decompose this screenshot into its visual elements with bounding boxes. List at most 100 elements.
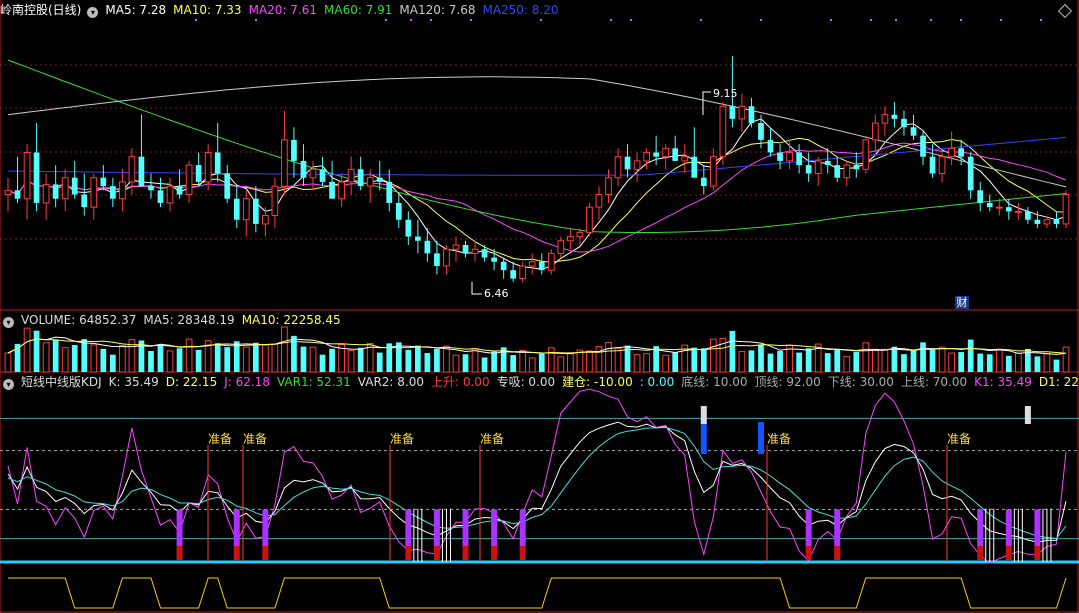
prepare-signal-label: 准备 xyxy=(947,432,971,446)
candle-body-down xyxy=(224,173,231,199)
volume-bar-up xyxy=(242,346,250,373)
volume-bar-down xyxy=(434,348,440,372)
volume-bar-down xyxy=(672,352,679,372)
candle-body-down xyxy=(729,106,736,119)
candle-body-up xyxy=(338,181,345,200)
ma-label-3: MA60: 7.91 xyxy=(324,3,393,17)
volume-bar-up xyxy=(948,352,955,373)
kdj-top-bar xyxy=(700,422,707,454)
volume-bar-down xyxy=(414,345,421,372)
volume-bar-up xyxy=(23,327,31,373)
kdj-buy-bar xyxy=(262,509,269,546)
candle-body-down xyxy=(977,190,984,203)
candle-body-down xyxy=(824,160,831,166)
volume-toggle-icon[interactable]: ▾ xyxy=(3,317,14,328)
volume-bar-up xyxy=(1014,352,1022,373)
volume-bar-down xyxy=(224,347,231,372)
candle-body-down xyxy=(434,253,440,266)
volume-bar-down xyxy=(748,350,755,372)
volume-bar-up xyxy=(938,346,946,373)
volume-bar-down xyxy=(1053,359,1060,372)
volume-bar-down xyxy=(405,349,412,372)
candle-body-up xyxy=(595,194,603,208)
candle-body-down xyxy=(510,270,517,279)
volume-bar-down xyxy=(491,351,497,372)
volume-bar-down xyxy=(891,346,898,372)
cai-badge[interactable]: 财 xyxy=(955,296,969,309)
candle-body-up xyxy=(271,185,279,217)
volume-bar-down xyxy=(1034,356,1041,372)
candle-body-down xyxy=(891,114,898,119)
indicator-label-1: K: 35.49 xyxy=(108,375,159,389)
candle-body-down xyxy=(424,240,431,254)
volume-bar-up xyxy=(519,350,527,373)
kdj-top-bar xyxy=(757,422,764,454)
candle-body-up xyxy=(309,168,317,179)
chart-annotations xyxy=(471,91,711,295)
candle-body-down xyxy=(805,165,812,174)
volume-bar-down xyxy=(100,348,107,372)
kdj-buy-bar xyxy=(176,509,183,546)
volume-bar-down xyxy=(824,353,831,372)
signal-dot xyxy=(385,19,387,21)
candle-body-down xyxy=(1025,211,1031,220)
candle-body-up xyxy=(261,215,269,225)
candle-body-up xyxy=(786,151,793,162)
indicator-label-5: VAR2: 8.00 xyxy=(357,375,424,389)
volume-bar-down xyxy=(481,357,488,372)
stock-title[interactable]: 岭南控股(日线) xyxy=(0,3,81,17)
kdj-buy-bar xyxy=(462,509,469,546)
ma-label-0: MA5: 7.28 xyxy=(105,3,167,17)
kdj-red-bar xyxy=(176,546,183,560)
candle-body-up xyxy=(366,177,374,187)
prepare-signal-label: 准备 xyxy=(767,432,791,446)
candle-body-down xyxy=(777,152,783,161)
indicator-label-14: K1: 35.49 xyxy=(974,375,1032,389)
volume-bar-down xyxy=(424,353,431,372)
volume-bar-up xyxy=(843,355,851,373)
volume-bar-down xyxy=(52,340,59,372)
signal-dot xyxy=(760,19,762,21)
volume-bar-down xyxy=(157,345,164,372)
volume-bar-up xyxy=(185,338,193,373)
candle-body-up xyxy=(681,156,689,162)
kdj-buy-bar xyxy=(805,509,812,546)
signal-dot xyxy=(895,19,897,21)
candle-body-up xyxy=(814,160,822,175)
volume-bar-down xyxy=(777,351,783,372)
candle-body-up xyxy=(605,177,612,196)
kdj-red-bar xyxy=(462,546,469,560)
candle-body-down xyxy=(500,261,507,271)
ma120-line xyxy=(7,76,1067,188)
kdj-buy-bar xyxy=(519,509,526,546)
volume-bar-down xyxy=(729,330,736,372)
volume-bar-down xyxy=(796,352,802,372)
candle-body-down xyxy=(405,219,412,237)
high-price-label: 9.15 xyxy=(713,87,738,100)
indicator-toggle-icon[interactable]: ▾ xyxy=(3,379,14,390)
volume-bar-down xyxy=(462,354,469,372)
volume-bar-up xyxy=(614,347,622,373)
candle-body-down xyxy=(910,127,917,136)
kdj-buy-bar xyxy=(1034,509,1041,546)
volume-bar-up xyxy=(567,352,574,373)
stock-chart-canvas[interactable]: 准备 准备 准备 准备 准备 准备 9.15 6.46 xyxy=(0,0,1079,613)
volume-bar-down xyxy=(700,348,707,372)
volume-bar-up xyxy=(119,345,126,373)
volume-bar-down xyxy=(1005,355,1012,372)
volume-series xyxy=(4,326,1070,373)
candle-body-up xyxy=(281,139,288,187)
candle-body-up xyxy=(948,147,955,158)
volume-bar-up xyxy=(90,344,98,373)
chevron-circle-icon[interactable]: ▾ xyxy=(87,7,99,18)
candle-body-up xyxy=(576,231,584,238)
signal-dot xyxy=(195,19,197,21)
volume-bar-up xyxy=(166,350,174,373)
volume-bar-down xyxy=(758,344,764,372)
kdj-red-bar xyxy=(805,546,812,560)
signal-dot xyxy=(870,19,872,21)
volume-bar-down xyxy=(929,349,936,372)
candle-body-down xyxy=(758,123,764,140)
volume-bar-down xyxy=(977,353,984,372)
volume-bar-down xyxy=(986,354,993,372)
